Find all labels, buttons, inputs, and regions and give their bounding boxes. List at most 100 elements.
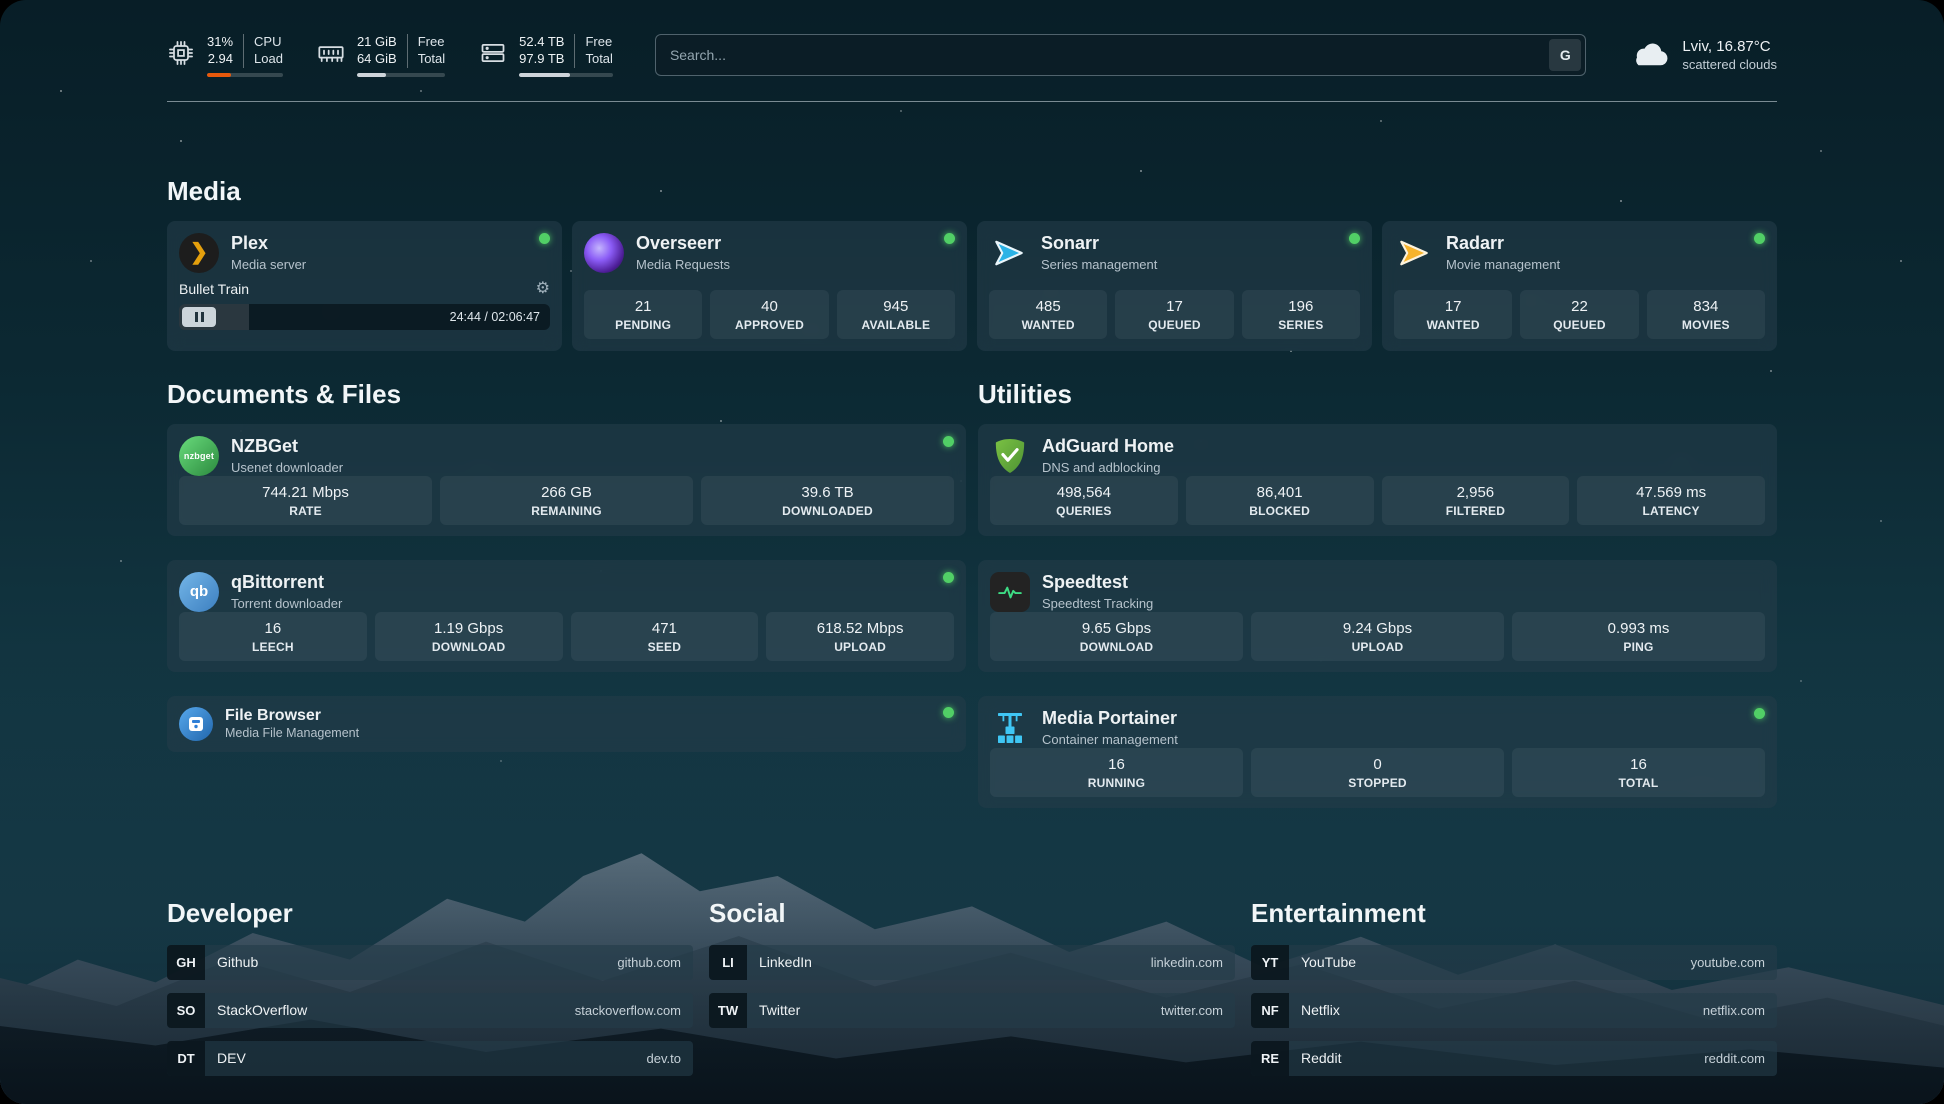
stat-label: FILTERED: [1386, 504, 1566, 518]
disk-icon: [479, 39, 507, 72]
ram-metric-text: 21 GiB 64 GiB Free Total: [357, 34, 445, 68]
card-header: Speedtest Speedtest Tracking: [990, 572, 1765, 612]
stat-label: SEED: [575, 640, 755, 654]
app-subtitle: Media Requests: [636, 257, 730, 272]
search-input[interactable]: [655, 34, 1586, 76]
app-name: qBittorrent: [231, 572, 342, 593]
stat-label: TOTAL: [1516, 776, 1761, 790]
status-dot: [1754, 233, 1765, 244]
stat-value: 0: [1255, 756, 1500, 773]
app-card-speedtest[interactable]: Speedtest Speedtest Tracking 9.65 Gbps D…: [978, 560, 1777, 672]
stat-value: 485: [993, 298, 1103, 315]
documents-column: Documents & Files nzbget NZBGet Usenet d…: [167, 379, 966, 752]
stat-value: 834: [1651, 298, 1761, 315]
app-name: Sonarr: [1041, 233, 1157, 254]
app-subtitle: DNS and adblocking: [1042, 460, 1174, 475]
app-subtitle: Series management: [1041, 257, 1157, 272]
app-card-radarr[interactable]: Radarr Movie management 17 WANTED 22 QUE…: [1382, 221, 1777, 351]
stat-value: 498,564: [994, 484, 1174, 501]
bookmark-netflix[interactable]: NF Netflix netflix.com: [1251, 993, 1777, 1028]
cpu-metric-body: 31% 2.94 CPU Load: [207, 34, 283, 77]
stat-label: RUNNING: [994, 776, 1239, 790]
gear-icon[interactable]: ⚙: [536, 281, 550, 297]
ram-icon: [317, 39, 345, 72]
stat-value: 9.24 Gbps: [1255, 620, 1500, 637]
card-header: Sonarr Series management: [989, 233, 1360, 273]
stats-row: 485 WANTED 17 QUEUED 196 SERIES: [989, 290, 1360, 339]
weather-text: Lviv, 16.87°C scattered clouds: [1682, 38, 1777, 72]
stat-label: MOVIES: [1651, 318, 1761, 332]
media-grid: ❯ Plex Media server Bullet Train ⚙: [167, 221, 1777, 351]
ram-label2: Total: [418, 51, 445, 68]
bookmark-name: YouTube: [1301, 954, 1356, 970]
app-card-portainer[interactable]: Media Portainer Container management 16 …: [978, 696, 1777, 808]
app-subtitle: Speedtest Tracking: [1042, 596, 1153, 611]
stat-label: QUERIES: [994, 504, 1174, 518]
bookmark-dev[interactable]: DT DEV dev.to: [167, 1041, 693, 1076]
search-engine-button[interactable]: G: [1549, 39, 1581, 71]
header-divider: [167, 101, 1777, 102]
overseerr-icon: [584, 233, 624, 273]
disk-values: 52.4 TB 97.9 TB: [519, 34, 575, 68]
stats-row: 498,564 QUERIES 86,401 BLOCKED 2,956 FIL…: [990, 476, 1765, 525]
ram-metric: 21 GiB 64 GiB Free Total: [317, 34, 445, 77]
bookmark-url: reddit.com: [1704, 1051, 1765, 1066]
stat: 744.21 Mbps RATE: [179, 476, 432, 525]
stat-value: 0.993 ms: [1516, 620, 1761, 637]
app-card-qbittorrent[interactable]: qb qBittorrent Torrent downloader 16 LEE…: [167, 560, 966, 672]
ram-label: Free: [418, 34, 445, 51]
plex-icon: ❯: [179, 233, 219, 273]
app-card-filebrowser[interactable]: File Browser Media File Management: [167, 696, 966, 752]
cpu-load-value: 2.94: [208, 51, 233, 68]
stat: 945 AVAILABLE: [837, 290, 955, 339]
app-subtitle: Container management: [1042, 732, 1178, 747]
bookmark-group-developer: Developer GH Github github.com SO StackO…: [167, 898, 693, 1076]
app-titles: Overseerr Media Requests: [636, 233, 730, 272]
disk-total: 97.9 TB: [519, 51, 564, 68]
ram-labels: Free Total: [408, 34, 445, 68]
plex-now-playing: Bullet Train ⚙ 24:44 / 02:06:47: [179, 281, 550, 330]
app-card-nzbget[interactable]: nzbget NZBGet Usenet downloader 744.21 M…: [167, 424, 966, 536]
now-playing-title: Bullet Train: [179, 281, 249, 297]
pause-button[interactable]: [182, 307, 216, 327]
stat-value: 17: [1119, 298, 1229, 315]
bookmark-github[interactable]: GH Github github.com: [167, 945, 693, 980]
cpu-label2: Load: [254, 51, 283, 68]
bookmark-name: LinkedIn: [759, 954, 812, 970]
stat-label: WANTED: [1398, 318, 1508, 332]
stat-label: STOPPED: [1255, 776, 1500, 790]
stat: 39.6 TB DOWNLOADED: [701, 476, 954, 525]
stat-value: 471: [575, 620, 755, 637]
stat-label: AVAILABLE: [841, 318, 951, 332]
app-name: Speedtest: [1042, 572, 1153, 593]
app-card-overseerr[interactable]: Overseerr Media Requests 21 PENDING 40 A…: [572, 221, 967, 351]
stats-row: 21 PENDING 40 APPROVED 945 AVAILABLE: [584, 290, 955, 339]
stat: 86,401 BLOCKED: [1186, 476, 1374, 525]
app-card-plex[interactable]: ❯ Plex Media server Bullet Train ⚙: [167, 221, 562, 351]
app-name: NZBGet: [231, 436, 343, 457]
stat-label: QUEUED: [1119, 318, 1229, 332]
app-card-sonarr[interactable]: Sonarr Series management 485 WANTED 17 Q…: [977, 221, 1372, 351]
status-dot: [944, 233, 955, 244]
app-name: File Browser: [225, 707, 359, 725]
ram-values: 21 GiB 64 GiB: [357, 34, 408, 68]
stat: 9.24 Gbps UPLOAD: [1251, 612, 1504, 661]
app-card-adguard[interactable]: AdGuard Home DNS and adblocking 498,564 …: [978, 424, 1777, 536]
disk-metric-body: 52.4 TB 97.9 TB Free Total: [519, 34, 613, 77]
stat-label: DOWNLOAD: [379, 640, 559, 654]
app-titles: Sonarr Series management: [1041, 233, 1157, 272]
bookmark-url: github.com: [617, 955, 681, 970]
bookmark-twitter[interactable]: TW Twitter twitter.com: [709, 993, 1235, 1028]
bookmark-youtube[interactable]: YT YouTube youtube.com: [1251, 945, 1777, 980]
stat-value: 47.569 ms: [1581, 484, 1761, 501]
bookmark-name: Github: [217, 954, 258, 970]
playback-bar[interactable]: 24:44 / 02:06:47: [179, 304, 550, 330]
stat-label: PENDING: [588, 318, 698, 332]
bookmark-name: DEV: [217, 1050, 246, 1066]
stackoverflow-badge-icon: SO: [167, 993, 205, 1028]
bookmark-stackoverflow[interactable]: SO StackOverflow stackoverflow.com: [167, 993, 693, 1028]
bookmark-linkedin[interactable]: LI LinkedIn linkedin.com: [709, 945, 1235, 980]
stat-label: RATE: [183, 504, 428, 518]
bookmark-reddit[interactable]: RE Reddit reddit.com: [1251, 1041, 1777, 1076]
cpu-progress-fill: [207, 73, 231, 77]
